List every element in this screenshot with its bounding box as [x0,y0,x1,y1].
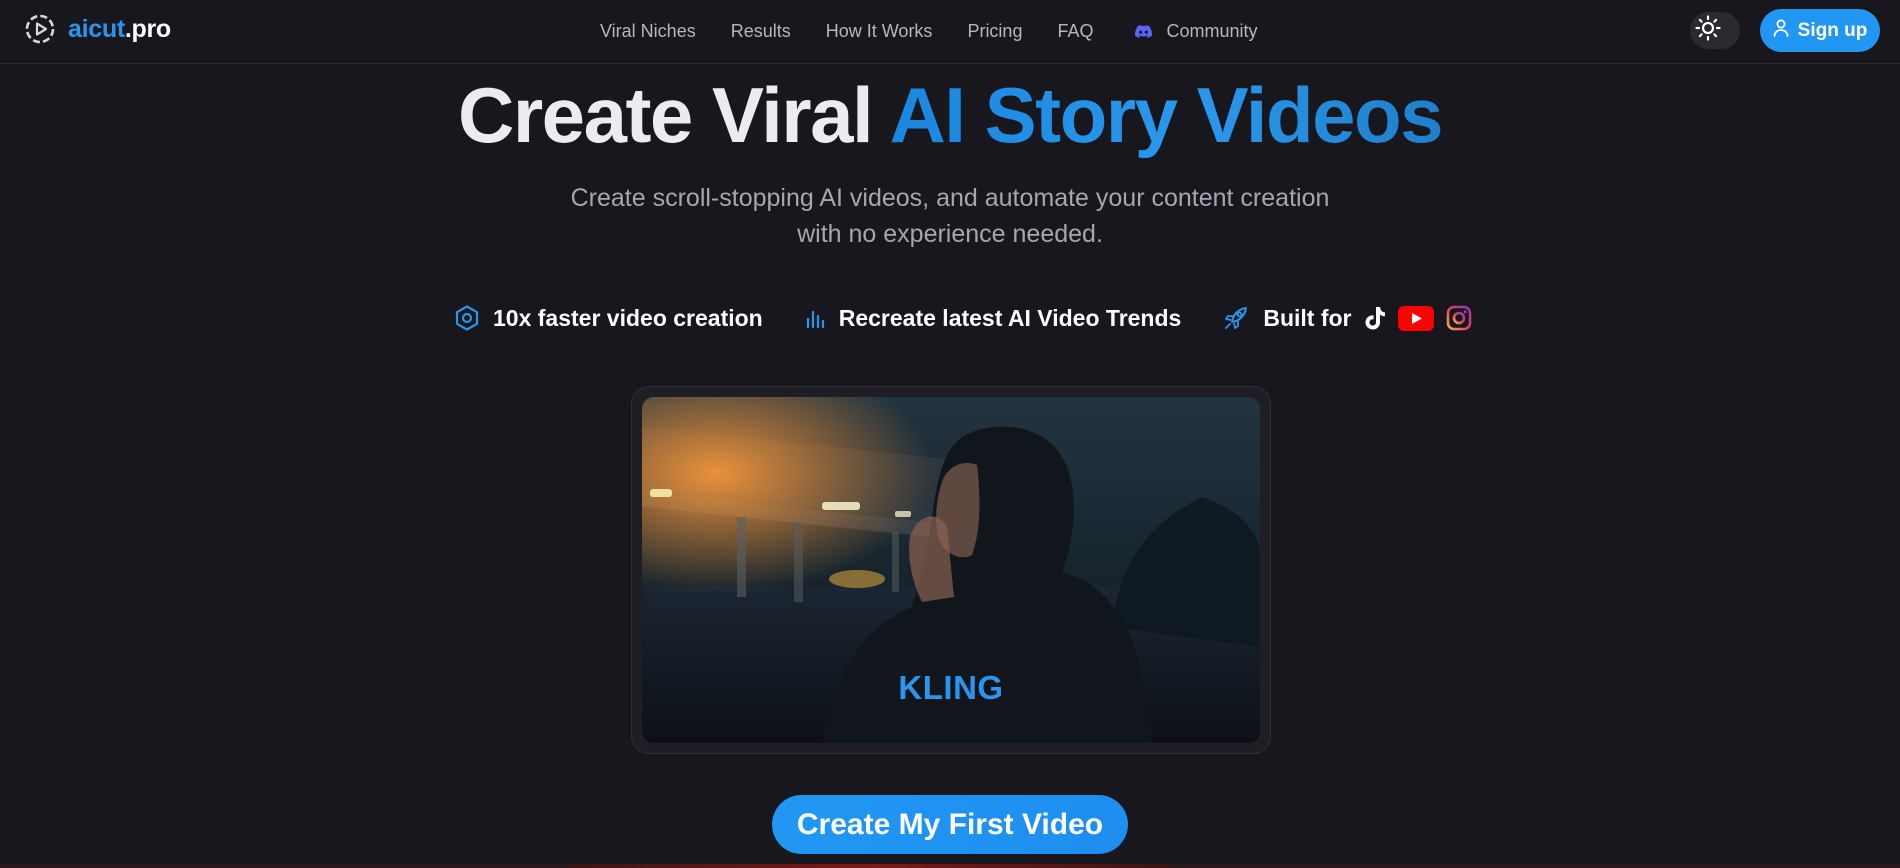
feature-faster: 10x faster video creation [455,305,763,332]
youtube-icon [1398,305,1435,331]
feature-built-for: Built for [1223,305,1472,332]
feature-trends: Recreate latest AI Video Trends [805,304,1182,332]
bottom-edge-strip [0,864,1900,868]
hero-subtitle-line-2: with no experience needed. [797,220,1103,248]
create-first-video-button[interactable]: Create My First Video [772,795,1128,854]
feature-list: 10x faster video creation Recreate lates… [455,300,1472,336]
logo[interactable]: aicut.pro [24,13,171,45]
top-navbar: aicut.pro Viral Niches Results How It Wo… [0,0,1900,64]
bar-chart-icon [805,307,825,329]
bottom-edge-highlight [570,864,1170,868]
play-logo-icon [24,13,56,45]
hero-title: Create Viral AI Story Videos [0,70,1900,160]
tiktok-icon [1364,306,1386,331]
user-icon [1773,19,1789,43]
hero-title-highlight: AI Story Videos [889,71,1443,159]
hero-subtitle-line-1: Create scroll-stopping AI videos, and au… [570,184,1330,212]
rocket-icon [1223,305,1249,331]
video-preview-frame: KLING [631,386,1271,754]
video-player[interactable]: KLING [642,397,1260,743]
instagram-icon [1446,305,1472,331]
nav-community[interactable]: Community [1135,20,1258,42]
hero-title-plain: Create Viral [458,71,890,159]
feature-trends-label: Recreate latest AI Video Trends [838,304,1182,331]
theme-toggle[interactable] [1690,12,1740,49]
logo-text-accent: aicut [68,14,125,43]
logo-text: aicut.pro [68,15,171,44]
feature-built-for-label: Built for [1263,304,1352,331]
feature-faster-label: 10x faster video creation [493,304,763,331]
discord-icon [1135,24,1153,38]
logo-text-rest: .pro [124,14,171,43]
video-caption: KLING [898,669,1004,706]
sun-icon [1694,14,1722,47]
nav-viral-niches[interactable]: Viral Niches [600,21,696,42]
nav-community-label: Community [1166,20,1258,41]
nav-how-it-works[interactable]: How It Works [826,21,933,42]
nav-faq[interactable]: FAQ [1057,21,1093,42]
nav-results[interactable]: Results [731,21,791,42]
main-nav: Viral Niches Results How It Works Pricin… [600,0,1293,62]
nav-pricing[interactable]: Pricing [967,21,1022,42]
sign-up-label: Sign up [1797,19,1868,41]
hexagon-icon [455,305,479,331]
hero-subtitle: Create scroll-stopping AI videos, and au… [0,180,1900,252]
sign-up-button[interactable]: Sign up [1760,9,1880,52]
